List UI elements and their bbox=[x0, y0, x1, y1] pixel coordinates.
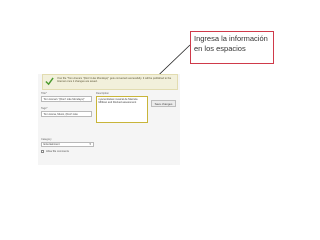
notice-text: Your file "Tom Arena's "(Don't Like Mond… bbox=[57, 77, 172, 84]
upload-settings-panel: Your file "Tom Arena's "(Don't Like Mond… bbox=[38, 74, 180, 165]
tags-input[interactable]: Tom Arena, Music, (Don't Like Mondays) bbox=[41, 111, 92, 117]
description-label: Description bbox=[96, 92, 109, 95]
title-input[interactable]: Tom Arena's "(Don't Like Mondays)" bbox=[41, 96, 92, 102]
allow-comments-checkbox[interactable] bbox=[41, 150, 44, 153]
checkmark-icon bbox=[45, 77, 54, 86]
success-notice: Your file "Tom Arena's "(Don't Like Mond… bbox=[42, 74, 178, 90]
allow-comments-label: Allow file comments bbox=[46, 150, 69, 153]
instruction-callout: Ingresa la información en los espacios bbox=[190, 31, 274, 64]
title-label: Title* bbox=[41, 92, 47, 95]
chevron-down-icon: ▼ bbox=[88, 143, 92, 146]
save-changes-button[interactable]: Save changes bbox=[151, 100, 176, 107]
category-value: Entertainment bbox=[43, 143, 60, 146]
description-textarea[interactable]: nyecembelasi musical de Marcela Millican… bbox=[96, 96, 148, 123]
tags-label: Tags* bbox=[41, 107, 48, 110]
category-select[interactable]: Entertainment ▼ bbox=[41, 142, 94, 147]
callout-text: Ingresa la información en los espacios bbox=[194, 34, 268, 53]
category-label: Category bbox=[41, 138, 52, 141]
